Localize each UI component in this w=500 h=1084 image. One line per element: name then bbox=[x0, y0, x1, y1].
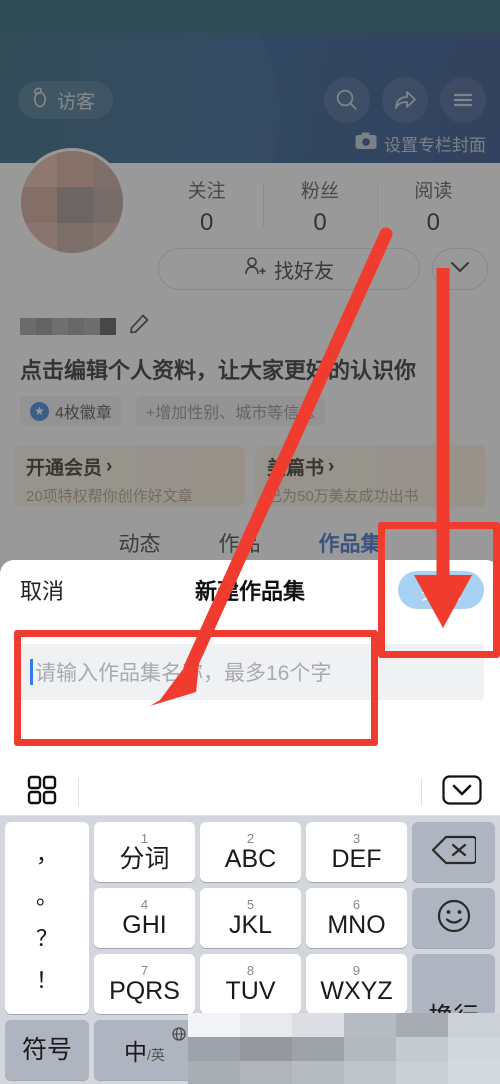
toolbar-divider-right bbox=[421, 778, 422, 806]
collection-name-input[interactable]: 请输入作品集名称，最多16个字 bbox=[16, 644, 484, 700]
keyboard-down-icon[interactable] bbox=[442, 774, 482, 810]
key-number: 6 bbox=[352, 897, 361, 912]
key-label: GHI bbox=[122, 911, 167, 939]
language-label: 中/英 bbox=[124, 1033, 165, 1067]
text-caret bbox=[30, 659, 33, 685]
backspace-key[interactable] bbox=[412, 822, 495, 882]
lang-sub: /英 bbox=[147, 1047, 165, 1063]
globe-icon bbox=[172, 1027, 186, 1046]
symbol-label: 符号 bbox=[21, 1035, 72, 1064]
key-9-wxyz[interactable]: 9 WXYZ bbox=[306, 954, 407, 1014]
key-number: 2 bbox=[246, 831, 255, 846]
keyboard: ， 。 ？ ！ 1 分词 2 ABC 3 DEF 4 GHI 5 JKL 6 M… bbox=[0, 768, 500, 1084]
key-label: 分词 bbox=[119, 845, 170, 873]
screen: 访客 bbox=[0, 0, 500, 1084]
redaction-mosaic bbox=[188, 1013, 500, 1084]
punctuation-key[interactable]: ， 。 ？ ！ bbox=[5, 822, 89, 1014]
key-label: DEF bbox=[331, 845, 382, 873]
cancel-button[interactable]: 取消 bbox=[20, 574, 64, 606]
key-label: PQRS bbox=[109, 977, 180, 1005]
toolbar-divider-left bbox=[78, 778, 79, 806]
key-number: 5 bbox=[246, 897, 255, 912]
lang-main: 中 bbox=[124, 1039, 148, 1065]
grid-panel-icon[interactable] bbox=[26, 774, 58, 811]
sheet-header: 取消 新建作品集 完成 bbox=[0, 560, 500, 620]
key-number: 3 bbox=[352, 831, 361, 846]
key-6-mno[interactable]: 6 MNO bbox=[306, 888, 407, 948]
punct-comma: ， bbox=[35, 842, 58, 867]
key-7-pqrs[interactable]: 7 PQRS bbox=[94, 954, 195, 1014]
key-2-abc[interactable]: 2 ABC bbox=[200, 822, 301, 882]
new-collection-sheet: 取消 新建作品集 完成 请输入作品集名称，最多16个字 bbox=[0, 560, 500, 768]
key-3-def[interactable]: 3 DEF bbox=[306, 822, 407, 882]
key-label: WXYZ bbox=[320, 977, 393, 1005]
key-8-tuv[interactable]: 8 TUV bbox=[200, 954, 301, 1014]
key-label: MNO bbox=[327, 911, 386, 939]
key-label: JKL bbox=[228, 911, 273, 939]
punct-exclaim: ！ bbox=[35, 968, 58, 993]
key-number: 1 bbox=[140, 831, 149, 846]
done-button[interactable]: 完成 bbox=[398, 571, 484, 609]
key-label: TUV bbox=[225, 977, 276, 1005]
key-4-ghi[interactable]: 4 GHI bbox=[94, 888, 195, 948]
emoji-key[interactable] bbox=[412, 888, 495, 948]
punct-question: ？ bbox=[35, 926, 58, 951]
emoji-icon bbox=[436, 898, 472, 939]
key-number: 4 bbox=[140, 897, 149, 912]
key-number: 8 bbox=[246, 963, 255, 978]
key-5-jkl[interactable]: 5 JKL bbox=[200, 888, 301, 948]
keyboard-toolbar bbox=[0, 768, 500, 816]
language-toggle-key[interactable]: 中/英 bbox=[94, 1020, 195, 1080]
key-label: ABC bbox=[224, 845, 277, 873]
punct-period: 。 bbox=[35, 884, 58, 909]
collection-name-placeholder: 请输入作品集名称，最多16个字 bbox=[35, 662, 332, 685]
symbol-key[interactable]: 符号 bbox=[5, 1020, 89, 1080]
backspace-icon bbox=[431, 834, 477, 871]
key-number: 9 bbox=[352, 963, 361, 978]
key-number: 7 bbox=[140, 963, 149, 978]
key-1-fenci[interactable]: 1 分词 bbox=[94, 822, 195, 882]
